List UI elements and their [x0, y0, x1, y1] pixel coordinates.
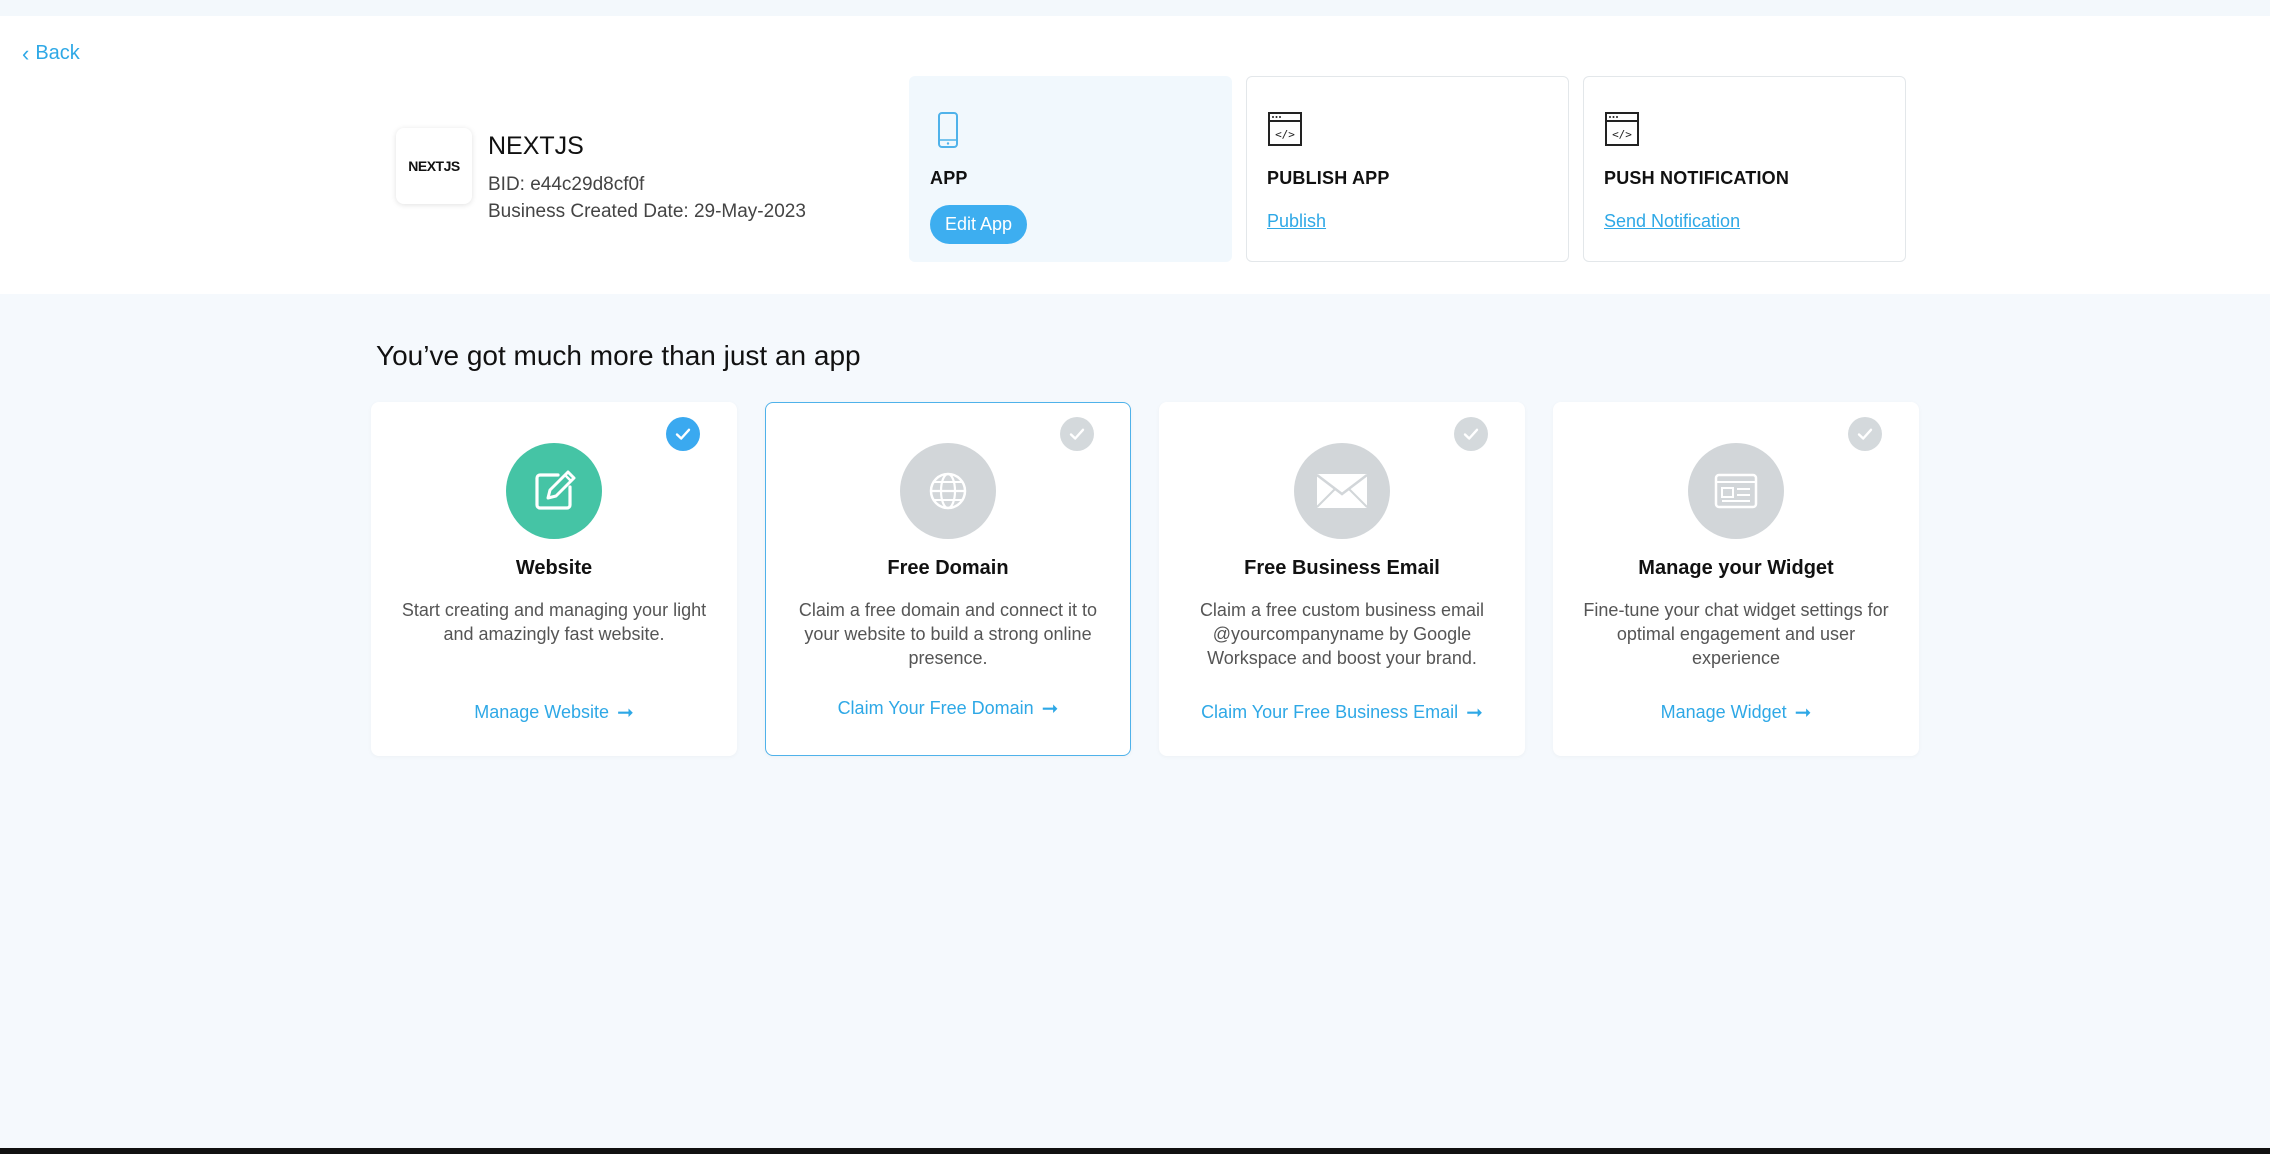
- business-name: NEXTJS: [488, 132, 584, 160]
- widget-icon: [1688, 443, 1784, 539]
- check-icon: [1848, 417, 1882, 451]
- globe-icon: [900, 443, 996, 539]
- arrow-right-icon: ➞: [1466, 702, 1483, 724]
- feature-description: Fine-tune your chat widget settings for …: [1583, 600, 1889, 668]
- feature-card-manage-widget[interactable]: Manage your Widget Fine-tune your chat w…: [1553, 402, 1919, 756]
- app-card: APP Edit App: [909, 76, 1232, 262]
- business-bid: BID: e44c29d8cf0f: [488, 174, 645, 195]
- phone-icon: [938, 112, 958, 148]
- bottom-bar: [0, 1148, 2270, 1154]
- send-notification-link[interactable]: Send Notification: [1604, 211, 1740, 231]
- link-label: Manage Widget: [1660, 702, 1787, 722]
- code-window-icon: </>: [1268, 112, 1302, 146]
- claim-free-business-email-link[interactable]: Claim Your Free Business Email ➞: [1160, 700, 1524, 725]
- feature-title: Free Domain: [887, 557, 1009, 579]
- publish-app-title: PUBLISH APP: [1267, 168, 1390, 188]
- feature-title: Manage your Widget: [1638, 557, 1834, 579]
- edit-icon: [506, 443, 602, 539]
- publish-app-card: </> PUBLISH APP Publish: [1246, 76, 1569, 262]
- back-label: Back: [35, 42, 80, 64]
- publish-link[interactable]: Publish: [1267, 211, 1326, 231]
- link-label: Claim Your Free Business Email: [1201, 702, 1459, 722]
- feature-title: Website: [515, 557, 593, 579]
- feature-card-website[interactable]: Website Start creating and managing your…: [371, 402, 737, 756]
- feature-description: Start creating and managing your light a…: [401, 600, 707, 644]
- push-notification-title: PUSH NOTIFICATION: [1604, 168, 1790, 188]
- back-link[interactable]: ‹ Back: [22, 42, 80, 65]
- business-summary: NEXTJS NEXTJS BID: e44c29d8cf0f Business…: [396, 128, 806, 225]
- manage-widget-link[interactable]: Manage Widget ➞: [1554, 700, 1918, 725]
- link-label: Manage Website: [474, 702, 609, 722]
- link-label: Claim Your Free Domain: [837, 698, 1034, 718]
- code-window-icon: </>: [1605, 112, 1639, 146]
- feature-card-free-domain[interactable]: Free Domain Claim a free domain and conn…: [765, 402, 1131, 756]
- manage-website-link[interactable]: Manage Website ➞: [372, 700, 736, 725]
- push-notification-card: </> PUSH NOTIFICATION Send Notification: [1583, 76, 1906, 262]
- check-icon: [1060, 417, 1094, 451]
- top-strip: [0, 0, 2270, 16]
- feature-card-free-business-email[interactable]: Free Business Email Claim a free custom …: [1159, 402, 1525, 756]
- feature-title: Free Business Email: [1244, 557, 1440, 579]
- edit-app-button[interactable]: Edit App: [930, 205, 1028, 244]
- feature-description: Claim a free custom business email @your…: [1199, 600, 1485, 668]
- svg-text:</>: </>: [1612, 128, 1632, 141]
- arrow-right-icon: ➞: [1794, 702, 1812, 724]
- feature-description: Claim a free domain and connect it to yo…: [798, 600, 1098, 668]
- check-icon: [1454, 417, 1488, 451]
- mail-icon: [1294, 443, 1390, 539]
- chevron-left-icon: ‹: [22, 40, 30, 66]
- section-title: You’ve got much more than just an app: [376, 340, 861, 371]
- claim-free-domain-link[interactable]: Claim Your Free Domain ➞: [766, 696, 1130, 721]
- business-created-date: Business Created Date: 29-May-2023: [488, 201, 806, 222]
- business-logo: NEXTJS: [396, 128, 472, 204]
- arrow-right-icon: ➞: [1041, 698, 1059, 720]
- app-card-title: APP: [930, 168, 968, 188]
- business-info: NEXTJS BID: e44c29d8cf0f Business Create…: [488, 128, 806, 225]
- check-icon: [666, 417, 700, 451]
- arrow-right-icon: ➞: [616, 702, 634, 724]
- svg-text:</>: </>: [1275, 128, 1295, 141]
